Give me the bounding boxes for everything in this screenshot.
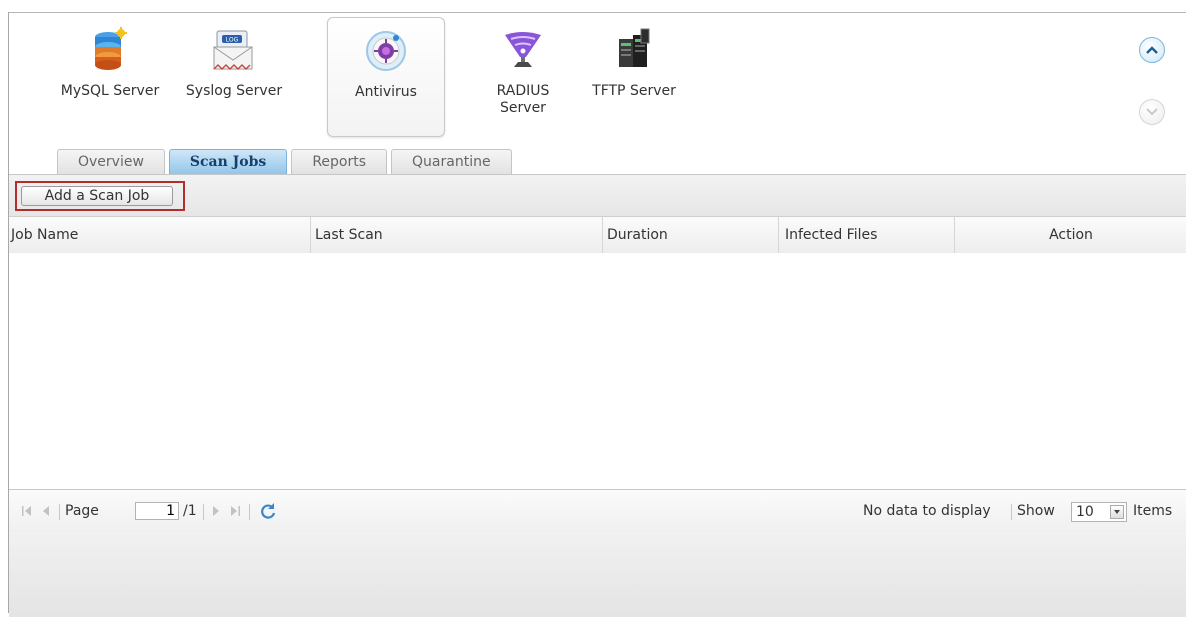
grid-body: [9, 253, 1186, 489]
app-label: Antivirus: [355, 84, 417, 100]
chevron-up-icon: [1146, 46, 1158, 54]
column-header-last-scan[interactable]: Last Scan: [311, 217, 603, 253]
tab-scan-jobs[interactable]: Scan Jobs: [168, 149, 288, 174]
items-label: Items: [1133, 503, 1173, 519]
page-number-input[interactable]: [135, 502, 179, 520]
log-envelope-icon: LOG: [213, 30, 253, 70]
app-tftp-server[interactable]: TFTP Server: [575, 17, 693, 137]
app-window: MySQL Server LOG Syslog Server Antivirus…: [8, 12, 1186, 617]
app-label: TFTP Server: [592, 83, 676, 99]
page-label: Page: [65, 503, 99, 519]
separator: [249, 504, 250, 520]
chevron-down-icon[interactable]: [1110, 505, 1124, 519]
app-label: RADIUS Server: [496, 83, 550, 116]
next-page-icon[interactable]: [211, 504, 221, 518]
toolbar: Add a Scan Job: [9, 174, 1186, 217]
tab-overview[interactable]: Overview: [57, 149, 165, 174]
app-antivirus[interactable]: Antivirus: [327, 17, 445, 137]
separator: [59, 504, 60, 520]
column-header-action[interactable]: Action: [955, 217, 1186, 253]
show-label: Show: [1017, 503, 1055, 519]
total-pages-label: /1: [183, 503, 197, 519]
app-label: MySQL Server: [60, 83, 160, 99]
grid-header: Job Name Last Scan Duration Infected Fil…: [9, 216, 1186, 254]
database-icon: [95, 27, 127, 70]
previous-page-icon[interactable]: [41, 504, 51, 518]
footer-bar: [9, 532, 1186, 617]
tab-reports[interactable]: Reports: [291, 149, 388, 174]
chevron-down-icon: [1146, 108, 1158, 116]
highlight-box: Add a Scan Job: [15, 181, 185, 211]
app-launcher-bar: MySQL Server LOG Syslog Server Antivirus…: [9, 13, 1186, 153]
scroll-up-button[interactable]: [1139, 37, 1165, 63]
refresh-icon[interactable]: [259, 502, 277, 520]
column-header-infected-files[interactable]: Infected Files: [779, 217, 955, 253]
last-page-icon[interactable]: [229, 504, 241, 518]
app-radius-server[interactable]: RADIUS Server: [464, 17, 582, 137]
add-scan-job-button[interactable]: Add a Scan Job: [21, 186, 173, 206]
column-header-job-name[interactable]: Job Name: [9, 217, 311, 253]
page-size-select[interactable]: 10: [1071, 502, 1127, 522]
tab-bar: Overview Scan Jobs Reports Quarantine: [57, 149, 516, 175]
pagination-bar: Page /1 No data to display Show 10 Items: [9, 489, 1186, 533]
empty-status-text: No data to display: [863, 503, 991, 519]
separator: [203, 504, 204, 520]
scroll-down-button[interactable]: [1139, 99, 1165, 125]
app-label: Syslog Server: [185, 83, 283, 99]
separator: [1011, 504, 1012, 520]
first-page-icon[interactable]: [21, 504, 33, 518]
radius-antenna-icon: [505, 32, 541, 67]
app-syslog-server[interactable]: LOG Syslog Server: [175, 17, 293, 137]
page-size-value: 10: [1076, 504, 1094, 520]
tab-quarantine[interactable]: Quarantine: [391, 149, 512, 174]
column-header-duration[interactable]: Duration: [603, 217, 779, 253]
svg-text:LOG: LOG: [226, 37, 239, 44]
virus-shield-icon: [366, 31, 406, 71]
app-mysql-server[interactable]: MySQL Server: [51, 17, 169, 137]
server-tower-icon: [619, 28, 650, 67]
